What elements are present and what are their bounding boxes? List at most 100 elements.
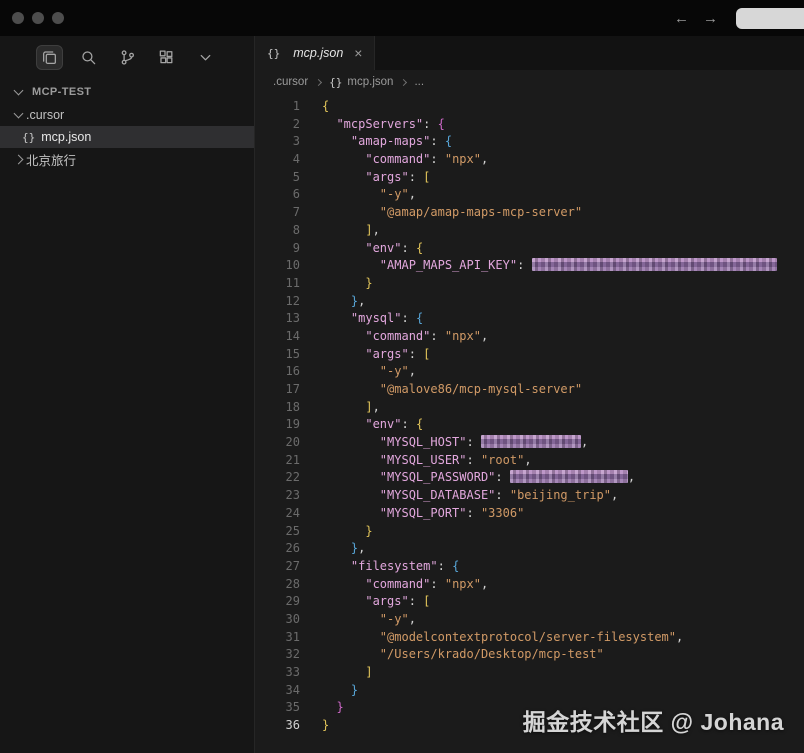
line-number[interactable]: 33: [255, 664, 300, 682]
code-line[interactable]: "args": [: [322, 346, 777, 364]
line-number[interactable]: 27: [255, 558, 300, 576]
close-tab-icon[interactable]: ×: [354, 45, 362, 61]
line-number[interactable]: 34: [255, 682, 300, 700]
editor: {} mcp.json × .cursor{}mcp.json... 12345…: [255, 36, 804, 753]
code-line[interactable]: "MYSQL_HOST": ,: [322, 434, 777, 452]
line-number[interactable]: 17: [255, 381, 300, 399]
back-button[interactable]: ←: [674, 11, 689, 26]
line-number-gutter: 1234567891011121314151617181920212223242…: [255, 98, 300, 753]
line-number[interactable]: 21: [255, 452, 300, 470]
code-line[interactable]: {: [322, 98, 777, 116]
tree-item-label: mcp.json: [41, 130, 91, 144]
code-line[interactable]: "MYSQL_DATABASE": "beijing_trip",: [322, 487, 777, 505]
line-number[interactable]: 13: [255, 310, 300, 328]
code-line[interactable]: "command": "npx",: [322, 328, 777, 346]
line-number[interactable]: 8: [255, 222, 300, 240]
line-number[interactable]: 16: [255, 363, 300, 381]
line-number[interactable]: 24: [255, 505, 300, 523]
tree-item-北京旅行[interactable]: 北京旅行: [0, 148, 254, 170]
code-line[interactable]: "command": "npx",: [322, 151, 777, 169]
explorer-root-header[interactable]: MCP-TEST: [0, 80, 254, 104]
code-line[interactable]: "-y",: [322, 363, 777, 381]
code-line[interactable]: }: [322, 717, 777, 735]
line-number[interactable]: 14: [255, 328, 300, 346]
code-line[interactable]: "AMAP_MAPS_API_KEY":: [322, 257, 777, 275]
code-line[interactable]: }: [322, 523, 777, 541]
code-line[interactable]: },: [322, 293, 777, 311]
source-control-icon[interactable]: [114, 45, 141, 70]
code-line[interactable]: "@modelcontextprotocol/server-filesystem…: [322, 629, 777, 647]
line-number[interactable]: 1: [255, 98, 300, 116]
code-line[interactable]: "-y",: [322, 611, 777, 629]
breadcrumb-item-label: mcp.json: [347, 76, 393, 88]
line-number[interactable]: 28: [255, 576, 300, 594]
line-number[interactable]: 2: [255, 116, 300, 134]
code-line[interactable]: "MYSQL_PORT": "3306": [322, 505, 777, 523]
code-line[interactable]: "@malove86/mcp-mysql-server": [322, 381, 777, 399]
tree-item-label: .cursor: [26, 108, 64, 122]
line-number[interactable]: 20: [255, 434, 300, 452]
chevron-down-icon[interactable]: [192, 45, 219, 70]
line-number[interactable]: 15: [255, 346, 300, 364]
code-line[interactable]: "-y",: [322, 186, 777, 204]
code-line[interactable]: "/Users/krado/Desktop/mcp-test": [322, 646, 777, 664]
line-number[interactable]: 35: [255, 699, 300, 717]
line-number[interactable]: 12: [255, 293, 300, 311]
code-line[interactable]: }: [322, 275, 777, 293]
line-number[interactable]: 9: [255, 240, 300, 258]
code-line[interactable]: ],: [322, 222, 777, 240]
line-number[interactable]: 32: [255, 646, 300, 664]
line-number[interactable]: 22: [255, 469, 300, 487]
line-number[interactable]: 4: [255, 151, 300, 169]
close-button[interactable]: [12, 12, 24, 24]
line-number[interactable]: 29: [255, 593, 300, 611]
code-line[interactable]: ]: [322, 664, 777, 682]
code-line[interactable]: "env": {: [322, 240, 777, 258]
code-line[interactable]: "@amap/amap-maps-mcp-server": [322, 204, 777, 222]
chevron-down-icon: [12, 85, 26, 99]
line-number[interactable]: 5: [255, 169, 300, 187]
code-line[interactable]: "mcpServers": {: [322, 116, 777, 134]
tab-mcp-json[interactable]: {} mcp.json ×: [255, 36, 375, 70]
code-line[interactable]: "mysql": {: [322, 310, 777, 328]
code-line[interactable]: ],: [322, 399, 777, 417]
code-line[interactable]: "filesystem": {: [322, 558, 777, 576]
code-line[interactable]: "args": [: [322, 169, 777, 187]
code-line[interactable]: "env": {: [322, 416, 777, 434]
forward-button[interactable]: →: [703, 11, 718, 26]
breadcrumb-item[interactable]: .cursor: [273, 76, 308, 88]
line-number[interactable]: 23: [255, 487, 300, 505]
line-number[interactable]: 7: [255, 204, 300, 222]
tree-item-mcp.json[interactable]: {}mcp.json: [0, 126, 254, 148]
line-number[interactable]: 10: [255, 257, 300, 275]
code-line[interactable]: "amap-maps": {: [322, 133, 777, 151]
line-number[interactable]: 3: [255, 133, 300, 151]
code-line[interactable]: "MYSQL_USER": "root",: [322, 452, 777, 470]
breadcrumb-item[interactable]: {}mcp.json: [329, 76, 393, 89]
files-icon[interactable]: [36, 45, 63, 70]
line-number[interactable]: 31: [255, 629, 300, 647]
line-number[interactable]: 36: [255, 717, 300, 735]
code-line[interactable]: "command": "npx",: [322, 576, 777, 594]
line-number[interactable]: 30: [255, 611, 300, 629]
code-line[interactable]: },: [322, 540, 777, 558]
code-line[interactable]: "args": [: [322, 593, 777, 611]
line-number[interactable]: 26: [255, 540, 300, 558]
line-number[interactable]: 19: [255, 416, 300, 434]
tree-item-.cursor[interactable]: .cursor: [0, 104, 254, 126]
line-number[interactable]: 6: [255, 186, 300, 204]
line-number[interactable]: 11: [255, 275, 300, 293]
code-line[interactable]: }: [322, 682, 777, 700]
titlebar-search-input[interactable]: [736, 8, 804, 29]
breadcrumb: .cursor {}mcp.json...: [255, 70, 804, 94]
code-line[interactable]: "MYSQL_PASSWORD": ,: [322, 469, 777, 487]
line-number[interactable]: 18: [255, 399, 300, 417]
breadcrumb-item[interactable]: ...: [414, 76, 424, 88]
line-number[interactable]: 25: [255, 523, 300, 541]
search-icon[interactable]: [75, 45, 102, 70]
code-line[interactable]: }: [322, 699, 777, 717]
zoom-button[interactable]: [52, 12, 64, 24]
extensions-icon[interactable]: [153, 45, 180, 70]
minimize-button[interactable]: [32, 12, 44, 24]
main-area: MCP-TEST .cursor{}mcp.json北京旅行 {} mcp.js…: [0, 36, 804, 753]
